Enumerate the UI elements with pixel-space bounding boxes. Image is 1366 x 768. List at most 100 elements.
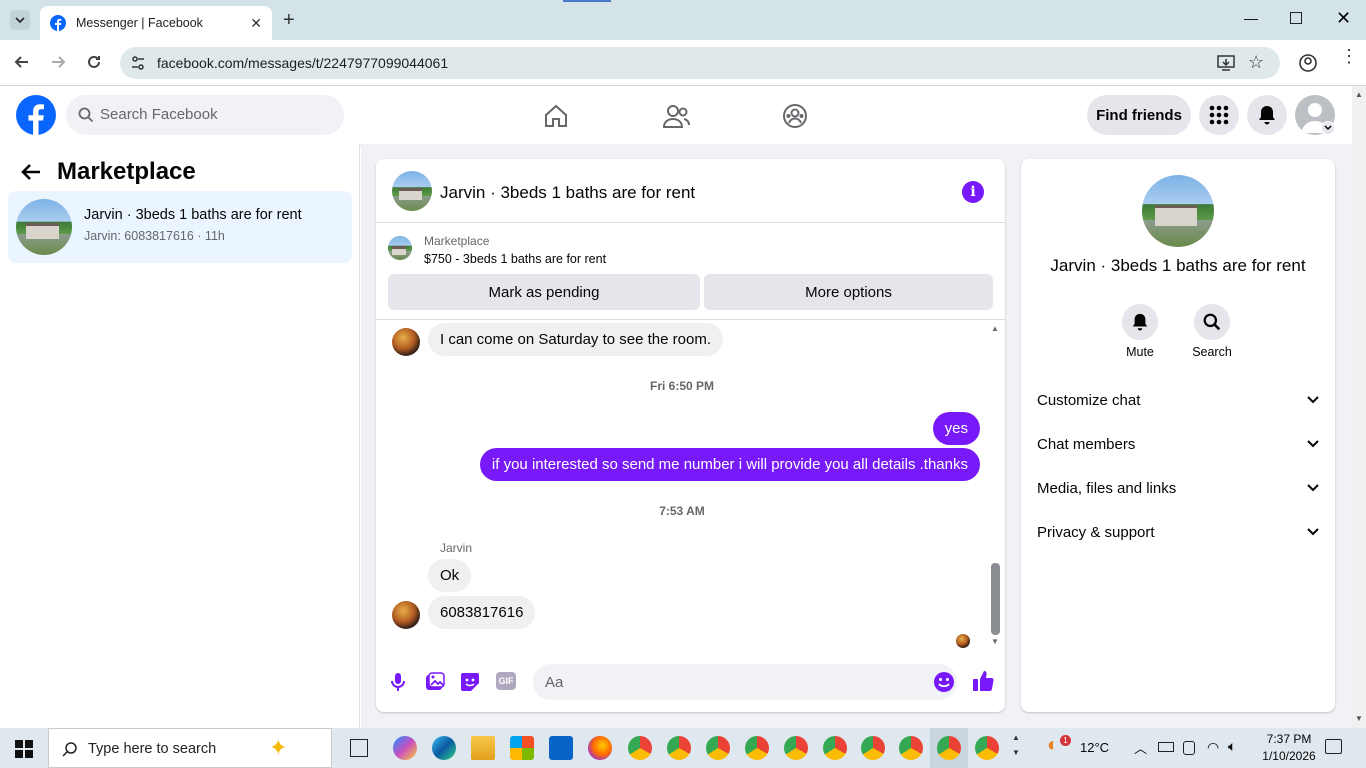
- scroll-up-arrow-icon[interactable]: ▲: [1355, 90, 1363, 99]
- friends-icon[interactable]: [662, 103, 690, 129]
- more-options-button[interactable]: More options: [704, 274, 993, 310]
- browser-toolbar: facebook.com/messages/t/2247977099044061…: [0, 40, 1366, 86]
- notification-center-icon[interactable]: [1325, 739, 1342, 754]
- chevron-down-icon: [1307, 396, 1319, 404]
- chrome-profile-icon[interactable]: [899, 736, 923, 760]
- reload-icon[interactable]: [84, 52, 104, 72]
- copilot-icon[interactable]: [393, 736, 417, 760]
- bookmark-star-icon[interactable]: ☆: [1248, 52, 1264, 73]
- gif-icon[interactable]: GIF: [496, 672, 516, 690]
- attach-photo-icon[interactable]: [425, 672, 445, 692]
- volume-icon[interactable]: 🔈︎: [1228, 738, 1236, 755]
- mark-as-pending-button[interactable]: Mark as pending: [388, 274, 700, 310]
- search-conversation-button[interactable]: [1194, 304, 1230, 340]
- find-friends-button[interactable]: Find friends: [1087, 95, 1191, 135]
- chrome-profile-icon[interactable]: [784, 736, 808, 760]
- chat-title[interactable]: Jarvin · 3beds 1 baths are for rent: [440, 183, 695, 203]
- facebook-search-input[interactable]: Search Facebook: [66, 95, 344, 135]
- chrome-profile-icon[interactable]: [975, 736, 999, 760]
- clock-date[interactable]: 1/10/2026: [1254, 749, 1324, 763]
- conversation-item[interactable]: Jarvin · 3beds 1 baths are for rent Jarv…: [8, 191, 352, 263]
- search-placeholder: Search Facebook: [100, 106, 218, 123]
- taskbar-search-box[interactable]: Type here to search ✦: [48, 728, 332, 768]
- message-bubble-incoming[interactable]: I can come on Saturday to see the room.: [428, 323, 723, 356]
- groups-icon[interactable]: [782, 103, 808, 129]
- browser-tab[interactable]: Messenger | Facebook ✕: [40, 6, 272, 40]
- weather-icon[interactable]: ◐: [1047, 734, 1059, 757]
- scroll-down-arrow-icon[interactable]: ▼: [1355, 714, 1363, 723]
- wifi-icon[interactable]: ◠: [1207, 739, 1219, 756]
- thumbs-up-icon[interactable]: [972, 670, 994, 692]
- microsoft-store-icon[interactable]: [510, 736, 534, 760]
- windows-start-icon[interactable]: [15, 740, 33, 758]
- message-bubble-outgoing[interactable]: if you interested so send me number i wi…: [479, 448, 980, 481]
- back-arrow-icon[interactable]: [20, 162, 42, 182]
- show-hidden-icons-icon[interactable]: ︿: [1134, 738, 1147, 757]
- notifications-bell-icon[interactable]: [1247, 95, 1287, 135]
- facebook-logo-icon[interactable]: [16, 95, 56, 135]
- chrome-profile-icon[interactable]: [823, 736, 847, 760]
- section-chat-members[interactable]: Chat members: [1037, 424, 1319, 464]
- weather-temperature[interactable]: 12°C: [1080, 740, 1109, 755]
- firefox-icon[interactable]: [588, 736, 612, 760]
- message-input[interactable]: Aa: [533, 664, 957, 700]
- clock-time[interactable]: 7:37 PM: [1258, 732, 1320, 746]
- install-app-icon[interactable]: [1217, 54, 1235, 72]
- sender-avatar[interactable]: [392, 601, 420, 629]
- message-timestamp: Fri 6:50 PM: [649, 379, 715, 393]
- browser-tab-bar: Messenger | Facebook ✕ + — ✕: [0, 0, 1366, 40]
- chrome-profile-icon[interactable]: [667, 736, 691, 760]
- info-icon[interactable]: i: [962, 181, 984, 203]
- profile-icon[interactable]: [1298, 53, 1318, 73]
- overflow-arrows-icon[interactable]: ▲ ▼: [1012, 730, 1020, 760]
- message-bubble-outgoing[interactable]: yes: [932, 412, 980, 445]
- read-receipt-avatar: [956, 634, 970, 648]
- microphone-icon[interactable]: [390, 672, 406, 692]
- new-tab-icon[interactable]: +: [283, 9, 295, 32]
- section-label: Customize chat: [1037, 391, 1141, 409]
- chrome-profile-icon[interactable]: [937, 736, 961, 760]
- device-icon[interactable]: [1183, 741, 1195, 755]
- forward-icon[interactable]: [48, 52, 68, 72]
- edge-icon[interactable]: [432, 736, 456, 760]
- file-explorer-icon[interactable]: [471, 736, 495, 760]
- chrome-profile-icon[interactable]: [745, 736, 769, 760]
- message-bubble-incoming[interactable]: 6083817616: [428, 596, 536, 629]
- chrome-profile-icon[interactable]: [706, 736, 730, 760]
- emoji-icon[interactable]: [933, 671, 955, 693]
- account-chevron-icon[interactable]: [1321, 121, 1335, 135]
- home-icon[interactable]: [543, 103, 569, 129]
- mute-button[interactable]: [1122, 304, 1158, 340]
- sticker-icon[interactable]: [460, 672, 480, 692]
- chevron-down-icon: [1307, 528, 1319, 536]
- site-info-icon[interactable]: [130, 55, 146, 71]
- tab-search-icon[interactable]: [10, 10, 30, 30]
- page-scrollbar[interactable]: ▲ ▼: [1352, 86, 1366, 728]
- chat-header-photo[interactable]: [392, 171, 432, 211]
- tab-close-icon[interactable]: ✕: [250, 15, 262, 32]
- section-media-files-links[interactable]: Media, files and links: [1037, 468, 1319, 508]
- conversation-preview: Jarvin: 6083817616 · 11h: [84, 229, 225, 243]
- chat-scroll-down-icon[interactable]: ▼: [991, 637, 999, 646]
- mute-label: Mute: [1126, 345, 1154, 359]
- message-bubble-incoming[interactable]: Ok: [428, 559, 472, 592]
- task-view-icon[interactable]: [350, 739, 368, 757]
- outlook-icon[interactable]: [549, 736, 573, 760]
- minimize-icon[interactable]: —: [1244, 10, 1258, 26]
- browser-menu-icon[interactable]: ⋮: [1340, 47, 1358, 65]
- chrome-profile-icon[interactable]: [861, 736, 885, 760]
- chrome-icon[interactable]: [628, 736, 652, 760]
- chevron-down-icon: [1307, 484, 1319, 492]
- section-privacy-support[interactable]: Privacy & support: [1037, 512, 1319, 552]
- close-window-icon[interactable]: ✕: [1336, 8, 1351, 29]
- sender-avatar[interactable]: [392, 328, 420, 356]
- back-icon[interactable]: [12, 52, 32, 72]
- chat-scroll-thumb[interactable]: [991, 563, 1000, 635]
- section-customize-chat[interactable]: Customize chat: [1037, 380, 1319, 420]
- battery-icon[interactable]: [1158, 742, 1174, 752]
- restore-icon[interactable]: [1290, 12, 1302, 24]
- profile-photo[interactable]: [1142, 175, 1214, 247]
- chat-scroll-up-icon[interactable]: ▲: [991, 324, 999, 333]
- address-bar[interactable]: facebook.com/messages/t/2247977099044061…: [120, 47, 1280, 79]
- menu-grid-icon[interactable]: [1199, 95, 1239, 135]
